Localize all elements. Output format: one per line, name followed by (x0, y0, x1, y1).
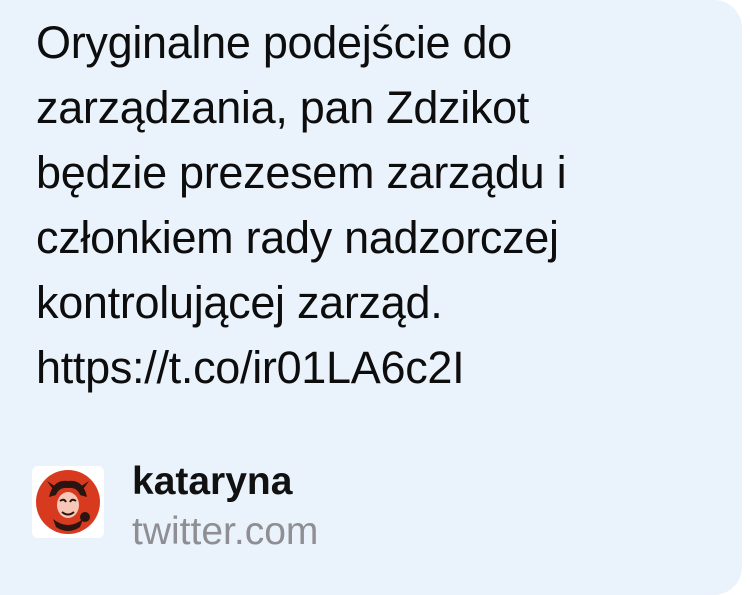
jester-avatar-icon (36, 470, 100, 534)
tweet-text: Oryginalne podejście do zarządzania, pan… (36, 17, 567, 393)
message-bubble[interactable]: Oryginalne podejście do zarządzania, pan… (0, 0, 742, 595)
link-preview-text: kataryna twitter.com (132, 458, 318, 558)
link-preview[interactable]: kataryna twitter.com (32, 458, 318, 558)
link-preview-domain: twitter.com (132, 510, 319, 553)
avatar (32, 466, 104, 538)
link-preview-title: kataryna (132, 460, 293, 503)
